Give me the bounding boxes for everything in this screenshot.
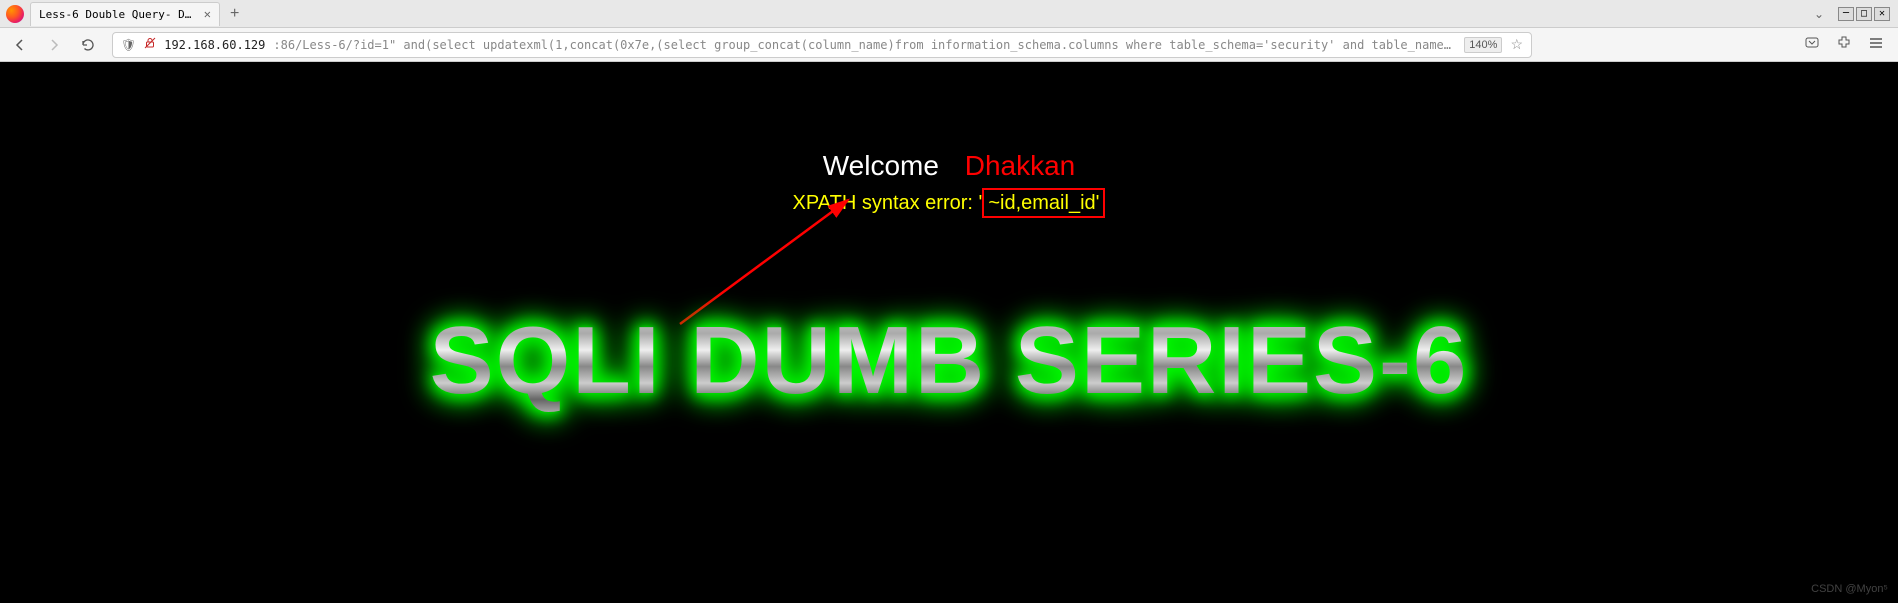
window-controls: ─ □ ✕: [1838, 7, 1890, 21]
welcome-text: Welcome: [823, 150, 939, 181]
error-message: XPATH syntax error: '~id,email_id': [0, 188, 1898, 218]
error-prefix: XPATH syntax error: ': [793, 192, 983, 214]
welcome-heading: Welcome Dhakkan: [0, 150, 1898, 182]
minimize-button[interactable]: ─: [1838, 7, 1854, 21]
tab-title: Less-6 Double Query- Double Quo…: [39, 8, 198, 21]
extensions-icon[interactable]: [1836, 35, 1852, 54]
close-window-button[interactable]: ✕: [1874, 7, 1890, 21]
firefox-icon: [6, 5, 24, 23]
lock-slash-icon[interactable]: [144, 37, 156, 52]
zoom-level[interactable]: 140%: [1464, 37, 1502, 53]
page-content: Welcome Dhakkan XPATH syntax error: '~id…: [0, 62, 1898, 603]
reload-button[interactable]: [78, 35, 98, 55]
maximize-button[interactable]: □: [1856, 7, 1872, 21]
series-title: SQLI DUMB SERIES-6: [0, 306, 1898, 416]
url-path: :86/Less-6/?id=1" and(select updatexml(1…: [273, 38, 1456, 52]
shield-icon[interactable]: 🛡: [121, 38, 136, 52]
back-button[interactable]: [10, 35, 30, 55]
url-bar[interactable]: 🛡 192.168.60.129 :86/Less-6/?id=1" and(s…: [112, 32, 1532, 58]
menu-icon[interactable]: [1868, 35, 1884, 54]
forward-button[interactable]: [44, 35, 64, 55]
nav-toolbar: 🛡 192.168.60.129 :86/Less-6/?id=1" and(s…: [0, 28, 1898, 62]
watermark: CSDN @Myon⁵: [1811, 583, 1888, 595]
error-highlight: ~id,email_id': [982, 188, 1105, 218]
dhakkan-text: Dhakkan: [965, 150, 1076, 181]
chevron-down-icon[interactable]: ⌄: [1806, 5, 1832, 23]
url-host: 192.168.60.129: [164, 38, 265, 52]
pocket-icon[interactable]: [1804, 35, 1820, 54]
bookmark-star-icon[interactable]: ☆: [1510, 36, 1523, 53]
tab-bar: Less-6 Double Query- Double Quo… ✕ + ⌄ ─…: [0, 0, 1898, 28]
close-icon[interactable]: ✕: [204, 7, 211, 21]
new-tab-button[interactable]: +: [230, 5, 239, 23]
browser-tab[interactable]: Less-6 Double Query- Double Quo… ✕: [30, 2, 220, 26]
